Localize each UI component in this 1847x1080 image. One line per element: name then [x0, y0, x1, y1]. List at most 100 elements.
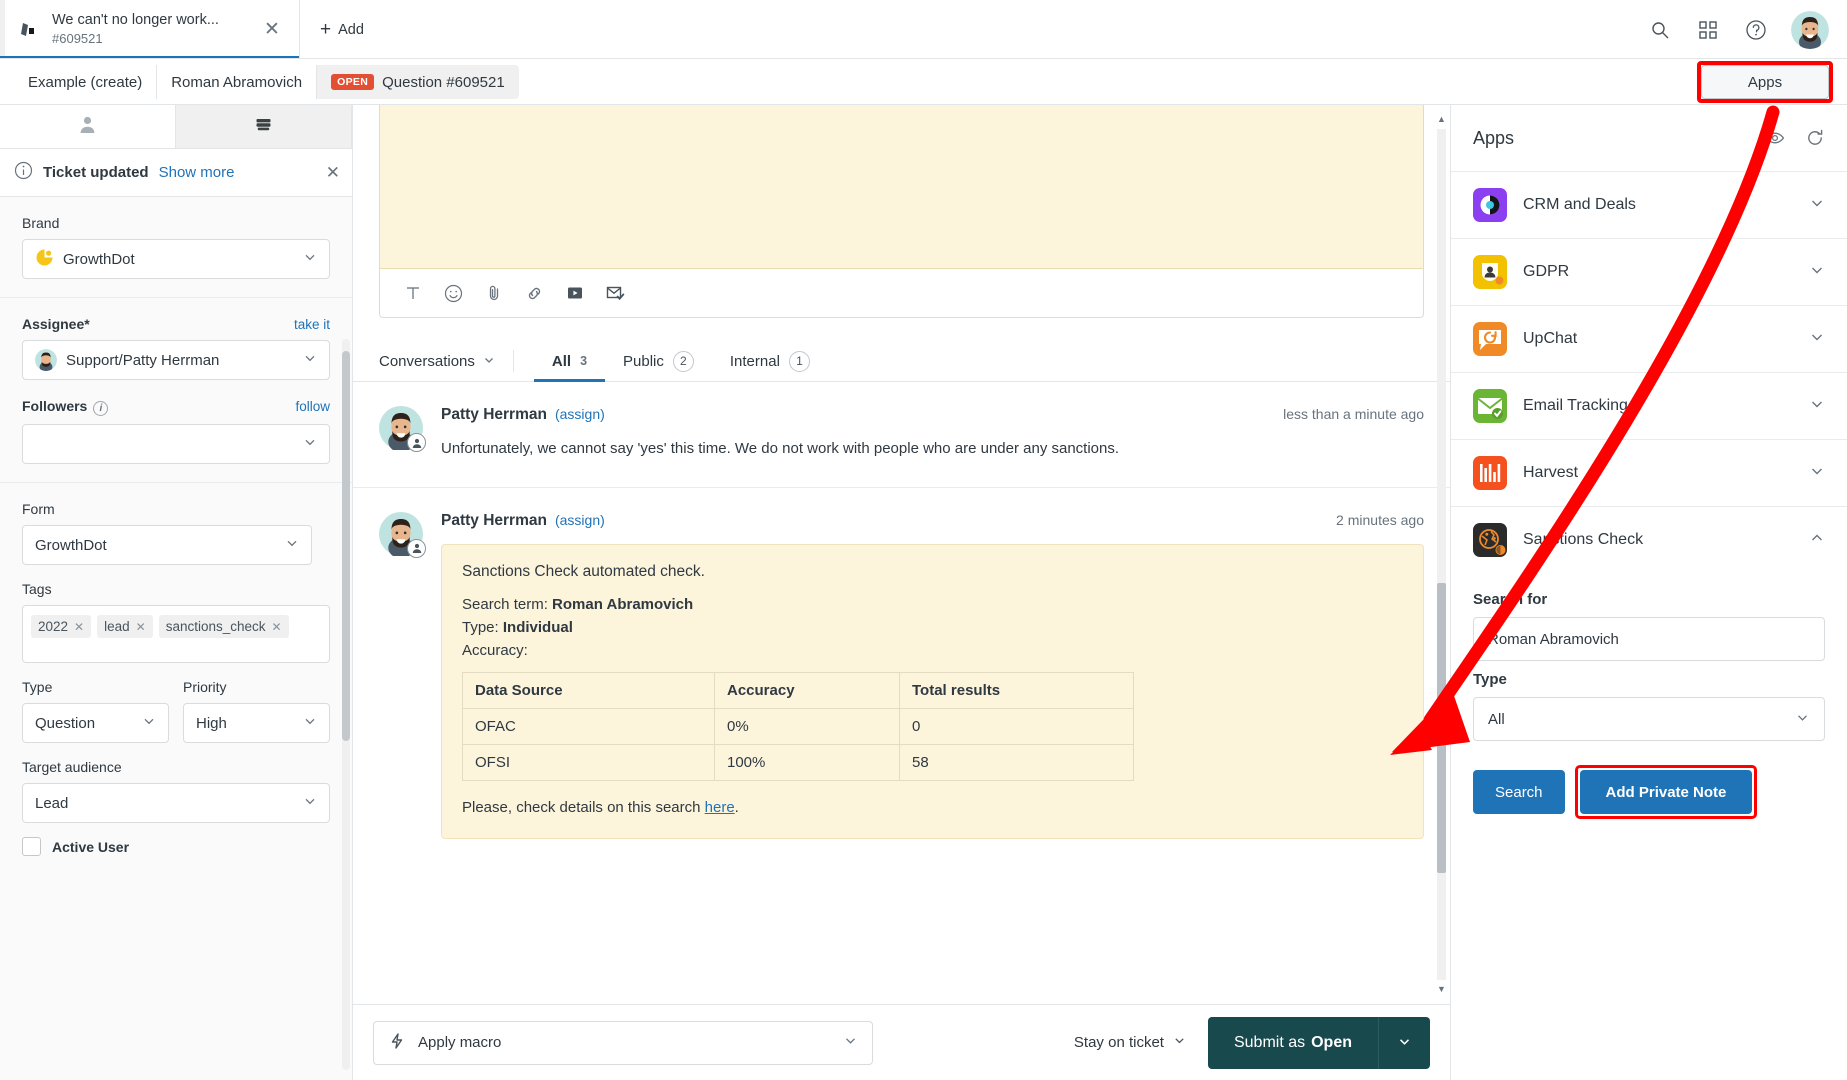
followers-select[interactable]: [22, 424, 330, 464]
top-bar-actions: [1647, 0, 1847, 59]
tab-public[interactable]: Public 2: [605, 340, 712, 382]
app-row-crm-and-deals[interactable]: CRM and Deals: [1451, 171, 1847, 238]
close-icon[interactable]: ✕: [74, 620, 84, 634]
chevron-down-icon[interactable]: [1809, 329, 1825, 349]
table-body: OFAC 0% 0 OFSI 100% 58: [462, 708, 1134, 782]
add-tab-button[interactable]: + Add: [300, 0, 384, 59]
chevron-down-icon: [1397, 1034, 1412, 1052]
submit-options-button[interactable]: [1378, 1016, 1430, 1069]
active-user-checkbox[interactable]: [22, 837, 41, 856]
breadcrumb-item-question[interactable]: OPEN Question #609521: [317, 65, 519, 99]
scroll-down-arrow-icon[interactable]: ▼: [1437, 985, 1446, 994]
left-panel-scrollbar[interactable]: [342, 339, 350, 1070]
note-title: Sanctions Check automated check.: [462, 562, 705, 580]
message-item: Patty Herrman (assign) Unfortunately, we…: [353, 382, 1450, 488]
app-row-upchat[interactable]: UpChat: [1451, 305, 1847, 372]
apps-button[interactable]: Apps: [1701, 65, 1829, 99]
email-icon[interactable]: [606, 284, 625, 302]
assignee-select[interactable]: Support/Patty Herrman: [22, 340, 330, 380]
assignee-label-row: Assignee* take it: [22, 316, 330, 332]
search-for-label: Search for: [1473, 591, 1548, 608]
info-icon[interactable]: i: [93, 401, 109, 416]
chevron-down-icon: [1173, 1034, 1186, 1051]
assign-link[interactable]: (assign): [555, 512, 605, 528]
type-select[interactable]: All: [1473, 697, 1825, 741]
ticket-fields-scroll[interactable]: Brand GrowthDot Assignee* take it Suppor…: [0, 197, 352, 1080]
close-icon[interactable]: ✕: [136, 620, 146, 634]
tags-input[interactable]: 2022 ✕ lead ✕ sanctions_check ✕: [22, 605, 330, 663]
app-row-sanctions-check[interactable]: Sanctions Check: [1451, 506, 1847, 573]
ticket-icon: [16, 20, 42, 40]
conversation-panel: Conversations All 3 Public 2 Internal 1 …: [353, 105, 1450, 1080]
take-it-link[interactable]: take it: [294, 317, 330, 332]
attachment-icon[interactable]: [485, 284, 503, 302]
apply-macro-select[interactable]: Apply macro: [373, 1020, 873, 1065]
table-header-row: Data Source Accuracy Total results: [462, 672, 1134, 710]
breadcrumb-item-example[interactable]: Example (create): [14, 65, 158, 99]
tag-chip[interactable]: sanctions_check ✕: [158, 615, 289, 638]
conversation-scrollbar[interactable]: ▲ ▼: [1437, 113, 1446, 996]
apps-panel-header: Apps: [1451, 105, 1847, 171]
chevron-up-icon[interactable]: [1809, 530, 1825, 550]
app-name: UpChat: [1523, 330, 1578, 347]
scrollbar-thumb[interactable]: [1437, 583, 1446, 873]
search-button[interactable]: Search: [1473, 770, 1565, 814]
left-panel-scrollbar-thumb[interactable]: [342, 351, 350, 741]
sidebar-tab-user[interactable]: [0, 105, 176, 148]
video-icon[interactable]: [566, 284, 584, 302]
link-icon[interactable]: [525, 284, 544, 303]
text-format-icon[interactable]: [404, 284, 422, 302]
sidebar-tab-ticket[interactable]: [176, 105, 352, 148]
grid-icon[interactable]: [1695, 17, 1721, 43]
app-row-email-tracking[interactable]: Email Tracking: [1451, 372, 1847, 439]
tag-chip[interactable]: 2022 ✕: [31, 615, 92, 638]
show-more-link[interactable]: Show more: [159, 164, 235, 181]
conversation-scroll[interactable]: Conversations All 3 Public 2 Internal 1 …: [353, 105, 1450, 1004]
app-row-gdpr[interactable]: GDPR: [1451, 238, 1847, 305]
close-icon[interactable]: ✕: [259, 17, 285, 43]
brand-label: Brand: [22, 215, 60, 231]
top-bar-spacer: [384, 0, 1647, 59]
chevron-down-icon: [285, 536, 299, 554]
priority-select[interactable]: High: [183, 703, 330, 743]
stay-on-ticket-dropdown[interactable]: Stay on ticket: [1074, 1034, 1192, 1051]
type-select[interactable]: Question: [22, 703, 169, 743]
conversations-dropdown[interactable]: Conversations: [379, 353, 513, 370]
scroll-up-arrow-icon[interactable]: ▲: [1437, 115, 1446, 124]
ticket-tab[interactable]: We can't no longer work... #609521 ✕: [0, 0, 300, 59]
eye-icon[interactable]: [1765, 128, 1785, 148]
chevron-down-icon[interactable]: [1809, 195, 1825, 215]
close-icon[interactable]: ✕: [326, 163, 340, 183]
form-select[interactable]: GrowthDot: [22, 525, 312, 565]
breadcrumb-item-roman-abramovich[interactable]: Roman Abramovich: [157, 65, 318, 99]
user-avatar[interactable]: [1791, 10, 1829, 49]
brand-value: GrowthDot: [63, 250, 135, 268]
brand-select[interactable]: GrowthDot: [22, 239, 330, 279]
assign-link[interactable]: (assign): [555, 406, 605, 422]
chevron-down-icon[interactable]: [1809, 262, 1825, 282]
follow-link[interactable]: follow: [295, 399, 330, 414]
close-icon[interactable]: ✕: [272, 620, 282, 634]
tab-internal[interactable]: Internal 1: [712, 340, 828, 382]
emoji-icon[interactable]: [444, 284, 463, 303]
followers-label: Followers: [22, 398, 88, 414]
note-details-link[interactable]: here: [705, 799, 735, 816]
chevron-down-icon[interactable]: [1809, 463, 1825, 483]
chevron-down-icon: [142, 714, 156, 732]
search-for-input[interactable]: Roman Abramovich: [1473, 617, 1825, 661]
sanctions-form-actions: Search Add Private Note: [1473, 765, 1825, 819]
submit-button[interactable]: Submit as Open: [1207, 1016, 1378, 1069]
composer-textarea[interactable]: [380, 105, 1423, 269]
app-row-harvest[interactable]: Harvest: [1451, 439, 1847, 506]
chevron-down-icon[interactable]: [1809, 396, 1825, 416]
refresh-icon[interactable]: [1805, 128, 1825, 148]
form-label: Form: [22, 501, 55, 517]
target-audience-select[interactable]: Lead: [22, 783, 330, 823]
add-private-note-button[interactable]: Add Private Note: [1579, 770, 1753, 814]
help-icon[interactable]: [1743, 17, 1769, 43]
add-private-note-wrapper: Add Private Note: [1574, 765, 1758, 819]
message-author: Patty Herrman: [441, 406, 547, 423]
tab-all[interactable]: All 3: [533, 340, 606, 382]
tag-chip[interactable]: lead ✕: [97, 615, 153, 638]
search-icon[interactable]: [1647, 17, 1673, 43]
